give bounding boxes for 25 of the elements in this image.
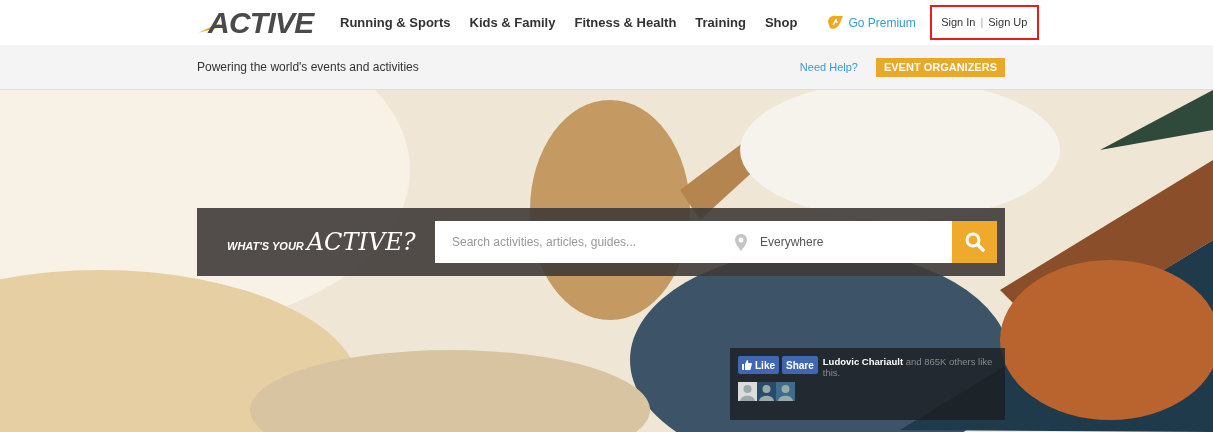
nav-link[interactable]: Kids & Family (469, 12, 556, 33)
avatar[interactable] (757, 382, 776, 401)
location-field[interactable]: Everywhere (735, 221, 952, 263)
avatar[interactable] (776, 382, 795, 401)
sign-up-link[interactable]: Sign Up (988, 14, 1028, 31)
nav-link[interactable]: Shop (764, 12, 798, 33)
location-pin-icon (735, 233, 747, 251)
like-button[interactable]: Like (738, 356, 779, 374)
nav-link[interactable]: Running & Sports (340, 12, 451, 33)
logo[interactable]: ACTIVE (208, 7, 314, 38)
thumbs-up-icon (742, 360, 752, 370)
premium-icon (826, 15, 844, 30)
tagline-text: Powering the world's events and activities (197, 59, 419, 76)
slogan-text: WHAT'S YOUR (227, 238, 304, 254)
sign-in-link[interactable]: Sign In (941, 14, 976, 31)
nav-link[interactable]: Fitness & Health (574, 12, 677, 33)
search-icon (964, 232, 985, 252)
search-field[interactable]: Search activities, articles, guides... (435, 221, 735, 263)
search-button[interactable] (952, 221, 997, 263)
avatar[interactable] (738, 382, 757, 401)
separator-text: | (980, 15, 984, 31)
share-button[interactable]: Share (782, 356, 818, 374)
like-count-text: Ludovic Chariault and 865K others like this. (822, 356, 993, 378)
slogan-logo: ACTIVE? (306, 230, 416, 254)
nav-link[interactable]: Training (695, 12, 746, 33)
